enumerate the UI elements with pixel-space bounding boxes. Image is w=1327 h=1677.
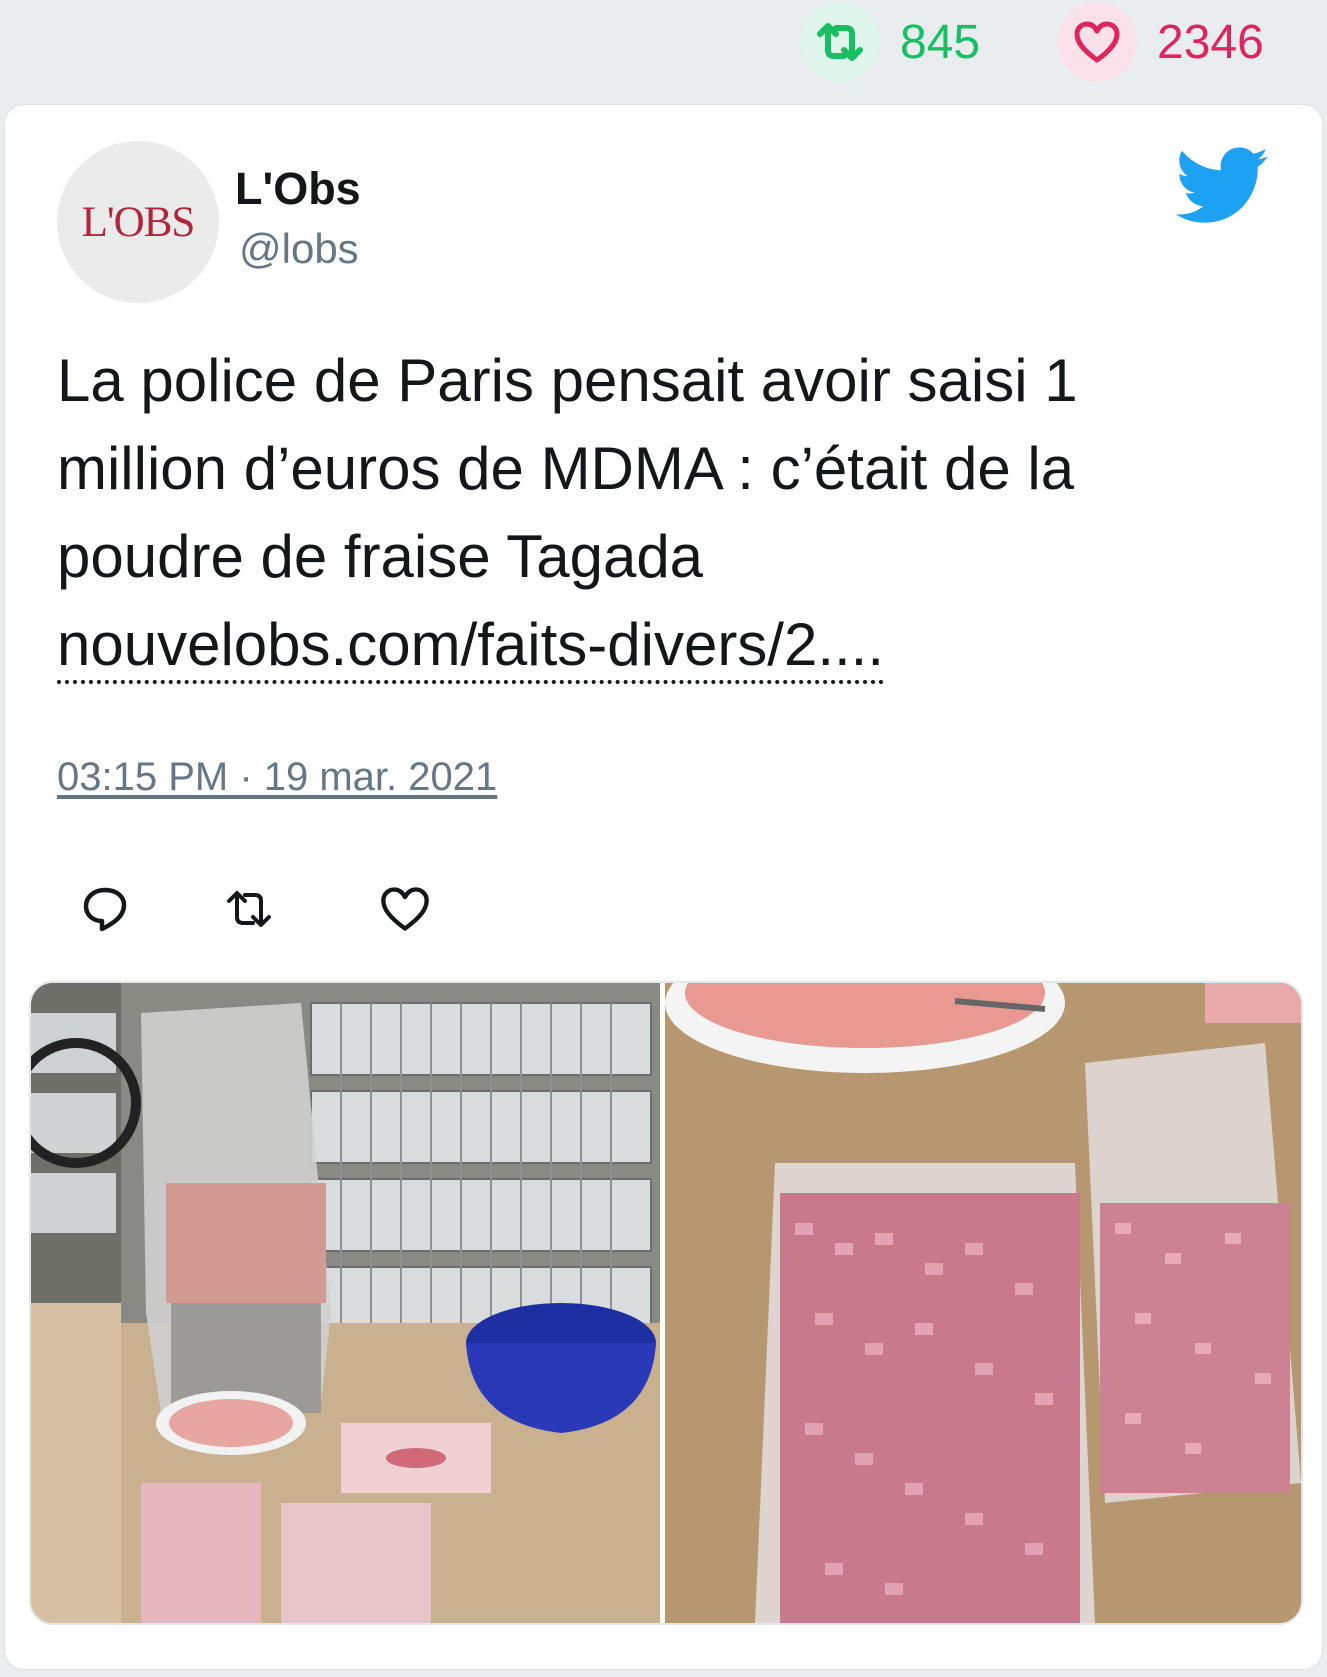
avatar[interactable]: L'OBS	[57, 141, 219, 303]
retweet-icon	[227, 891, 271, 927]
heart-icon	[1057, 2, 1137, 82]
retweet-button[interactable]	[221, 881, 277, 937]
tweet-media[interactable]	[29, 981, 1303, 1625]
like-stat[interactable]: 2346	[1057, 2, 1264, 82]
tweet-card: L'OBS L'Obs @lobs La police de Paris pen…	[4, 104, 1323, 1670]
tweet-text-line: La police de Paris pensait avoir saisi 1	[57, 347, 1078, 414]
user-handle[interactable]: @lobs	[239, 225, 359, 273]
lobs-logo: L'OBS	[81, 198, 196, 246]
retweet-count: 845	[900, 15, 981, 69]
reply-button[interactable]	[77, 881, 133, 937]
like-button[interactable]	[377, 881, 433, 937]
engagement-stats: 845 2346	[0, 0, 1327, 100]
photo-pink-pills-bags[interactable]	[665, 983, 1301, 1623]
tweet-text-line: poudre de fraise Tagada	[57, 523, 704, 590]
twitter-bird-icon[interactable]	[1175, 147, 1271, 225]
retweet-stat[interactable]: 845	[800, 2, 980, 82]
photo-seized-powder-office[interactable]	[31, 983, 660, 1623]
display-name[interactable]: L'Obs	[235, 163, 361, 215]
retweet-icon	[800, 2, 880, 82]
heart-icon	[381, 887, 429, 931]
reply-icon	[83, 887, 127, 932]
like-count: 2346	[1157, 15, 1264, 69]
tweet-timestamp[interactable]: 03:15 PM · 19 mar. 2021	[57, 755, 497, 800]
tweet-text: La police de Paris pensait avoir saisi 1…	[57, 337, 1287, 689]
tweet-text-line: million d’euros de MDMA : c’était de la	[57, 435, 1075, 502]
article-link[interactable]: nouvelobs.com/faits-divers/2....	[57, 610, 885, 684]
